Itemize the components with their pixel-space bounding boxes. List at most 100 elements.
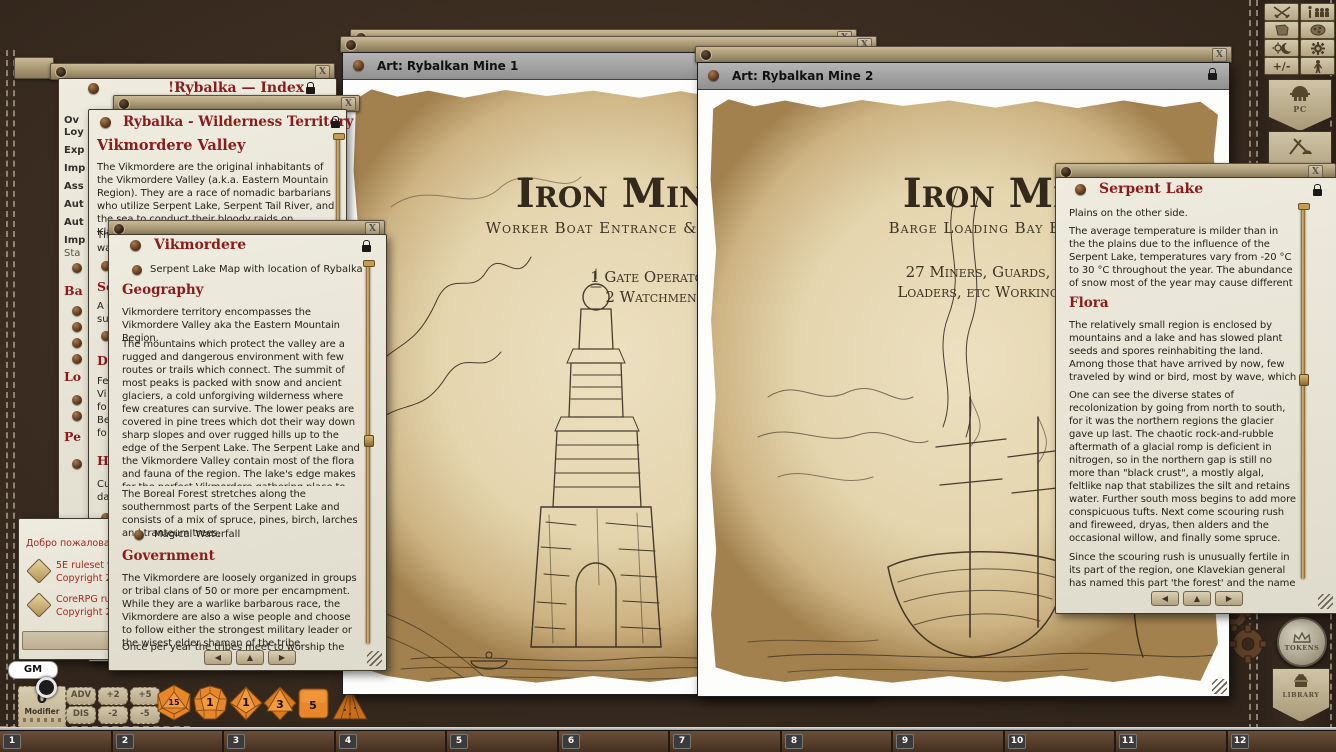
hotbar-slot[interactable]: 1 <box>0 731 113 752</box>
scroll-rod[interactable] <box>1301 207 1305 579</box>
window-knob[interactable] <box>55 66 67 78</box>
serpent-paragraph: The relatively small region is enclosed … <box>1069 319 1297 385</box>
close-icon[interactable]: X <box>315 65 330 79</box>
index-item[interactable]: Aut <box>64 217 84 228</box>
options-gear-icon <box>1311 42 1325 55</box>
hotbar-slot-number: 1 <box>3 734 21 749</box>
serpent-record-orb[interactable] <box>1075 184 1086 195</box>
resize-grip[interactable] <box>367 651 382 666</box>
hotbar-slot[interactable]: 9 <box>893 731 1005 752</box>
sidebar-button-party[interactable] <box>1300 3 1335 21</box>
crossed-swords-icon <box>1272 6 1292 18</box>
modifier-dots <box>23 718 61 722</box>
plus2-button[interactable]: +2 <box>98 687 128 705</box>
lock-icon[interactable] <box>331 121 340 128</box>
tokens-palette-icon <box>1310 24 1326 36</box>
index-bullet-orb[interactable] <box>72 263 82 273</box>
hotbar-slot[interactable]: 4 <box>336 731 447 752</box>
page-prev-button[interactable]: ◀ <box>204 650 232 665</box>
crown-icon <box>1293 632 1311 644</box>
parchment-pin-icon <box>1208 105 1215 112</box>
index-item[interactable]: Imp <box>64 163 85 174</box>
index-bullet-orb[interactable] <box>72 395 82 405</box>
mine2-record-orb[interactable] <box>708 70 719 81</box>
index-bullet-orb[interactable] <box>72 322 82 332</box>
index-record-orb[interactable] <box>88 83 99 94</box>
lock-icon[interactable] <box>362 245 371 252</box>
svg-text:Loaders, etc Working: Loaders, etc Working <box>897 283 1058 301</box>
gm-identity-label: GM <box>8 661 58 679</box>
index-bullet-orb[interactable] <box>72 306 82 316</box>
sidebar-button-modifiers[interactable]: +/- <box>1264 57 1299 75</box>
index-item[interactable]: Ass <box>64 181 84 192</box>
dis-button[interactable]: DIS <box>66 706 96 724</box>
page-next-button[interactable]: ▶ <box>1215 591 1243 606</box>
window-knob[interactable] <box>345 39 357 51</box>
die-d8[interactable]: 3 <box>263 686 297 721</box>
hotbar-slot[interactable]: 7 <box>670 731 782 752</box>
sidebar-button-calendar[interactable] <box>1264 39 1299 57</box>
modifier-target-icon[interactable] <box>36 677 57 698</box>
sidebar-button-character[interactable] <box>1300 57 1335 75</box>
mine1-record-orb[interactable] <box>353 60 364 71</box>
index-bullet-orb[interactable] <box>72 411 82 421</box>
adv-button[interactable]: ADV <box>66 687 96 705</box>
close-icon[interactable]: X <box>1212 48 1227 62</box>
serpent-paragraph: One can see the diverse states of recolo… <box>1069 389 1297 546</box>
lock-icon[interactable] <box>1208 73 1217 80</box>
page-prev-button[interactable]: ◀ <box>1151 591 1179 606</box>
resize-grip[interactable] <box>1212 679 1227 694</box>
lock-icon[interactable] <box>306 87 315 94</box>
resize-grip[interactable] <box>1318 594 1333 609</box>
hotbar-slot[interactable]: 8 <box>782 731 893 752</box>
hotbar-slot[interactable]: 2 <box>113 731 224 752</box>
index-bullet-orb[interactable] <box>72 354 82 364</box>
die-d12[interactable]: 1 <box>193 685 228 721</box>
index-bullet-orb[interactable] <box>72 338 82 348</box>
mine1-title: Art: Rybalkan Mine 1 <box>377 59 518 73</box>
index-item[interactable]: Loy <box>64 127 84 138</box>
sidebar-tokens-medallion[interactable]: TOKENS <box>1277 617 1327 667</box>
index-item[interactable]: Imp <box>64 235 85 246</box>
vikmordere-bullet-orb[interactable] <box>134 530 144 540</box>
index-item[interactable]: Ov <box>64 115 79 126</box>
vikmordere-paragraph: The mountains which protect the valley a… <box>122 338 362 486</box>
page-up-button[interactable]: ▲ <box>236 650 264 665</box>
vikmordere-bullet-text[interactable]: Serpent Lake Map with location of Rybalk… <box>150 264 363 275</box>
lock-icon[interactable] <box>1313 189 1322 196</box>
index-item[interactable]: Aut <box>64 199 84 210</box>
scroll-rod[interactable] <box>366 264 370 644</box>
die-d6[interactable]: 5 <box>298 688 329 719</box>
index-item[interactable]: Sta <box>64 248 80 259</box>
minus2-button[interactable]: -2 <box>98 706 128 724</box>
index-item[interactable]: Exp <box>64 145 84 156</box>
window-knob[interactable] <box>700 49 712 61</box>
hotbar-slot[interactable]: 3 <box>224 731 336 752</box>
index-bullet-orb[interactable] <box>72 459 82 469</box>
wilderness-record-orb[interactable] <box>100 117 111 128</box>
clipped-line: Vi <box>97 389 106 400</box>
hotbar-slot[interactable]: 11 <box>1116 731 1228 752</box>
mine2-titlebar[interactable]: Art: Rybalkan Mine 2 <box>698 63 1229 90</box>
hotbar-slot-number: 12 <box>1231 734 1249 749</box>
d10-face: 1 <box>242 696 250 709</box>
vikmordere-record-orb[interactable] <box>130 240 141 251</box>
die-d20[interactable]: 15 <box>156 684 193 721</box>
vikmordere-bullet-text[interactable]: Magical Waterfall <box>154 529 240 540</box>
sidebar-button-combat[interactable] <box>1264 3 1299 21</box>
sidebar-button-tokens[interactable] <box>1300 21 1335 39</box>
sidebar-button-options[interactable] <box>1300 39 1335 57</box>
sidebar-button-notes[interactable] <box>1264 21 1299 39</box>
hotbar-slot[interactable]: 6 <box>559 731 670 752</box>
page-up-button[interactable]: ▲ <box>1183 591 1211 606</box>
serpent-paragraph: Plains on the other side. <box>1069 207 1297 220</box>
hotbar-slot-number: 6 <box>562 734 580 749</box>
vikmordere-bullet-orb[interactable] <box>132 265 142 275</box>
hotbar-slot[interactable]: 10 <box>1005 731 1116 752</box>
party-info-icon <box>1307 6 1329 18</box>
page-next-button[interactable]: ▶ <box>268 650 296 665</box>
hotbar-slot[interactable]: 5 <box>447 731 559 752</box>
die-d10[interactable]: 1 <box>229 686 263 721</box>
mine2-dragbar[interactable]: X <box>695 46 1232 63</box>
hotbar-slot[interactable]: 12 <box>1228 731 1336 752</box>
